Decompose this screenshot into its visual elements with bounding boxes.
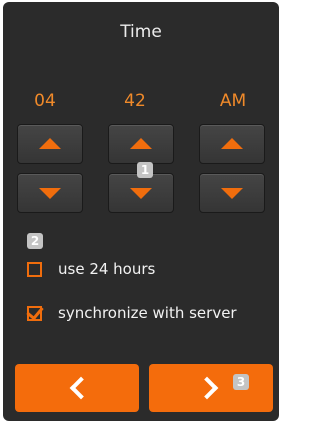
checkmark-icon [26,302,44,320]
use-24-hours-option[interactable]: use 24 hours [27,258,155,280]
minutes-up-button[interactable] [108,124,174,164]
use-24-hours-checkbox[interactable] [27,261,42,277]
arrow-up-icon [39,137,61,149]
next-button[interactable] [149,364,273,412]
back-button[interactable] [15,364,139,412]
time-settings-screen: Time 04 42 AM 1 2 use 24 hours synchroni… [3,2,279,421]
minutes-down-button[interactable] [108,173,174,213]
hours-down-button[interactable] [17,173,83,213]
synchronize-option[interactable]: synchronize with server [26,302,237,324]
chevron-left-icon [69,376,93,400]
callout-marker-2: 2 [27,233,43,249]
arrow-down-icon [39,188,61,200]
synchronize-checkbox[interactable] [26,302,44,321]
arrow-down-icon [130,188,152,200]
arrow-up-icon [221,137,243,149]
period-up-button[interactable] [199,124,265,164]
callout-marker-1: 1 [137,162,153,178]
minutes-value: 42 [124,91,146,111]
page-title: Time [120,22,162,42]
period-value: AM [219,91,247,111]
chevron-right-icon [195,376,219,400]
use-24-hours-label: use 24 hours [58,260,156,278]
arrow-down-icon [221,188,243,200]
hours-value: 04 [34,91,56,111]
period-down-button[interactable] [199,173,265,213]
arrow-up-icon [130,137,152,149]
callout-marker-3: 3 [233,374,249,390]
hours-up-button[interactable] [17,124,83,164]
synchronize-label: synchronize with server [58,304,237,322]
